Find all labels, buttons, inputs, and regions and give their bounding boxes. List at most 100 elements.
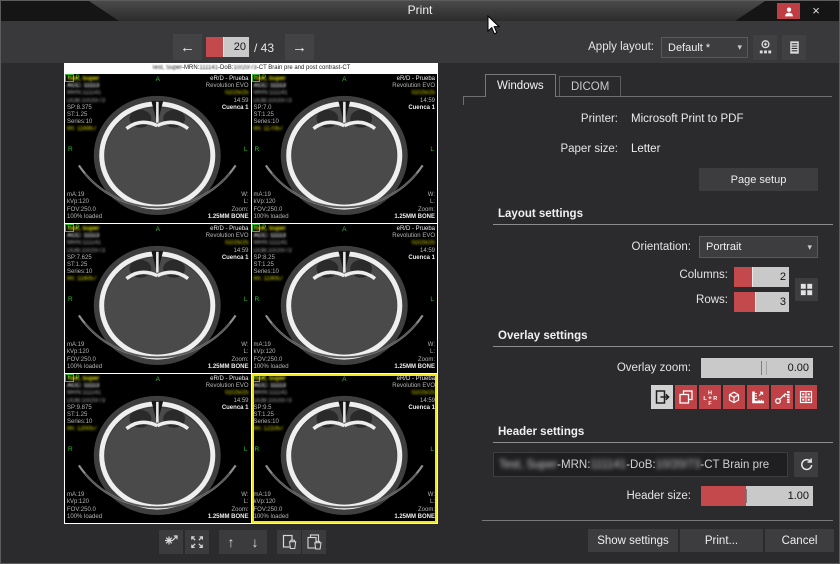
columns-label: Columns: [601,269,728,281]
auto-window-button[interactable] [159,530,183,554]
overlay-br: W:L:Zoom:1.25MM BONE [394,192,435,221]
svg-text:F: F [708,401,712,406]
add-layout-icon [757,39,774,56]
cube-3d-icon [725,388,743,406]
stacked-copies-button[interactable] [675,385,697,409]
ruler-icon [749,388,767,406]
chevron-down-icon: ▾ [737,42,742,53]
page-total-label: / 43 [254,41,274,55]
paper-size-value: Letter [631,143,660,155]
overlay-br: W:L:Zoom:1.25MM BONE [208,342,249,371]
ct-cell[interactable]: Test, SuperACC: 11113MRN:111141DOB:10/20… [252,374,438,523]
overlay-bl: mA:19kVp:120FOV:250.0100% loaded [67,492,102,521]
overlay-zoom-slider[interactable]: 0.00 [701,358,813,378]
arrow-right-icon: → [292,39,307,56]
delete-page-button[interactable] [277,530,301,554]
ct-cell[interactable]: Test, SuperACC: 11113MRN:111141DOB:10/20… [252,74,438,223]
ct-cell[interactable]: Test, SuperACC: 11113MRN:111141DOB:10/20… [252,224,438,373]
spinner-drag-area[interactable] [734,292,756,312]
key-annotation-icon [773,388,791,406]
svg-text:L: L [703,396,707,402]
columns-spinner[interactable]: 2 [734,267,789,287]
manage-layouts-button[interactable] [782,35,806,60]
rows-spinner[interactable]: 3 [734,292,789,312]
orientation-label: Orientation: [561,241,691,253]
ruler-measure-button[interactable] [747,385,769,409]
overlay-bl: mA:19kVp:120FOV:250.0100% loaded [254,342,289,371]
slider-handle[interactable] [766,361,767,375]
page-header-text: Test, Super-MRN:111141-DoB:10/20/73-CT B… [64,63,438,74]
overlay-tr: eR/D - PruebaRevolution EVO02/25/2514:59… [392,76,435,112]
tab-windows[interactable]: Windows [485,74,556,97]
overlay-br: W:L:Zoom:1.25MM BONE [394,492,435,521]
reset-header-button[interactable] [794,452,818,477]
header-size-slider[interactable]: 1.00 [701,486,813,506]
stacked-copies-icon [677,388,695,406]
cube-3d-button[interactable] [723,385,745,409]
slider-fill[interactable] [701,486,746,506]
slider-handle[interactable] [746,489,747,503]
header-text-input[interactable]: Test, Super-MRN:111141-DoB:10/20/73-CT B… [493,452,788,477]
slider-handle[interactable] [761,361,762,375]
tab-dicom[interactable]: DICOM [559,76,621,97]
overlay-tr: eR/D - PruebaRevolution EVO02/25/2514:59… [392,376,435,412]
cancel-button[interactable]: Cancel [765,529,834,552]
page-setup-button[interactable]: Page setup [699,168,818,191]
overlay-tl: Test, SuperACC: 11113MRN:111141DOB:10/20… [254,76,292,134]
header-settings-heading: Header settings [498,426,584,438]
ct-cell[interactable]: Test, SuperACC: 11113MRN:111141DOB:10/20… [65,224,251,373]
grid-table-button[interactable] [795,385,817,409]
grid-2x2-icon [798,281,815,298]
fit-screen-button[interactable] [185,530,209,554]
close-button[interactable]: × [807,2,825,19]
add-layout-button[interactable] [753,35,777,60]
move-up-button[interactable]: ↑ [219,530,243,554]
overlay-tr: eR/D - PruebaRevolution EVO02/25/2514:59… [392,226,435,262]
exit-overlay-button[interactable] [651,385,673,409]
overlay-br: W:L:Zoom:1.25MM BONE [394,342,435,371]
overlay-settings-heading: Overlay settings [498,330,587,342]
overlay-zoom-value: 0.00 [788,362,809,374]
orientation-value: Portrait [706,241,741,253]
overlay-tl: Test, SuperACC: 11113MRN:111141DOB:10/20… [67,376,105,434]
section-divider [493,442,833,443]
exit-overlay-icon [653,388,671,406]
window-title: Print [1,3,839,17]
chevron-down-icon: ▾ [807,242,812,253]
key-annotation-button[interactable] [771,385,793,409]
page-number-spinner[interactable]: 20 [206,37,249,57]
print-button[interactable]: Print... [680,529,763,552]
orientation-markers-button[interactable]: HLRF [699,385,721,409]
ct-cell[interactable]: Test, SuperACC: 11113MRN:111141DOB:10/20… [65,374,251,523]
prev-page-button[interactable]: ← [173,34,202,60]
printer-label: Printer: [488,113,618,125]
footer-divider [482,520,833,521]
delete-all-pages-button[interactable] [302,530,326,554]
show-settings-button[interactable]: Show settings [588,529,678,552]
tab-underline-stub [463,96,464,105]
print-preview-page: Test, Super-MRN:111141-DoB:10/20/73-CT B… [64,63,438,524]
section-divider [493,346,833,347]
delete-all-pages-icon [305,533,323,551]
print-dialog: Print × ← 20 / 43 → Apply layout: Defaul… [0,0,840,564]
overlay-bl: mA:19kVp:120FOV:250.0100% loaded [67,342,102,371]
page-number-value: 20 [234,41,246,53]
grid-table-icon [797,388,815,406]
user-button[interactable] [777,3,800,19]
move-down-button[interactable]: ↓ [243,530,267,554]
auto-window-icon [162,533,180,551]
layout-settings-heading: Layout settings [498,208,583,220]
ct-cell[interactable]: Test, SuperACC: 11113MRN:111141DOB:10/20… [65,74,251,223]
header-size-value: 1.00 [788,490,809,502]
apply-layout-dropdown[interactable]: Default * ▾ [661,37,748,58]
next-page-button[interactable]: → [285,34,314,60]
overlay-tl: Test, SuperACC: 11113MRN:111141DOB:10/20… [67,76,105,134]
overlay-zoom-label: Overlay zoom: [541,362,691,374]
spinner-drag-area[interactable] [206,37,224,57]
grid-layout-button[interactable] [795,278,818,301]
header-size-label: Header size: [551,490,691,502]
overlay-tr: eR/D - PruebaRevolution EVO02/25/2514:59… [206,76,249,112]
spinner-drag-area[interactable] [734,267,753,287]
orientation-dropdown[interactable]: Portrait ▾ [699,236,818,258]
overlay-tr: eR/D - PruebaRevolution EVO02/25/2514:59… [206,376,249,412]
